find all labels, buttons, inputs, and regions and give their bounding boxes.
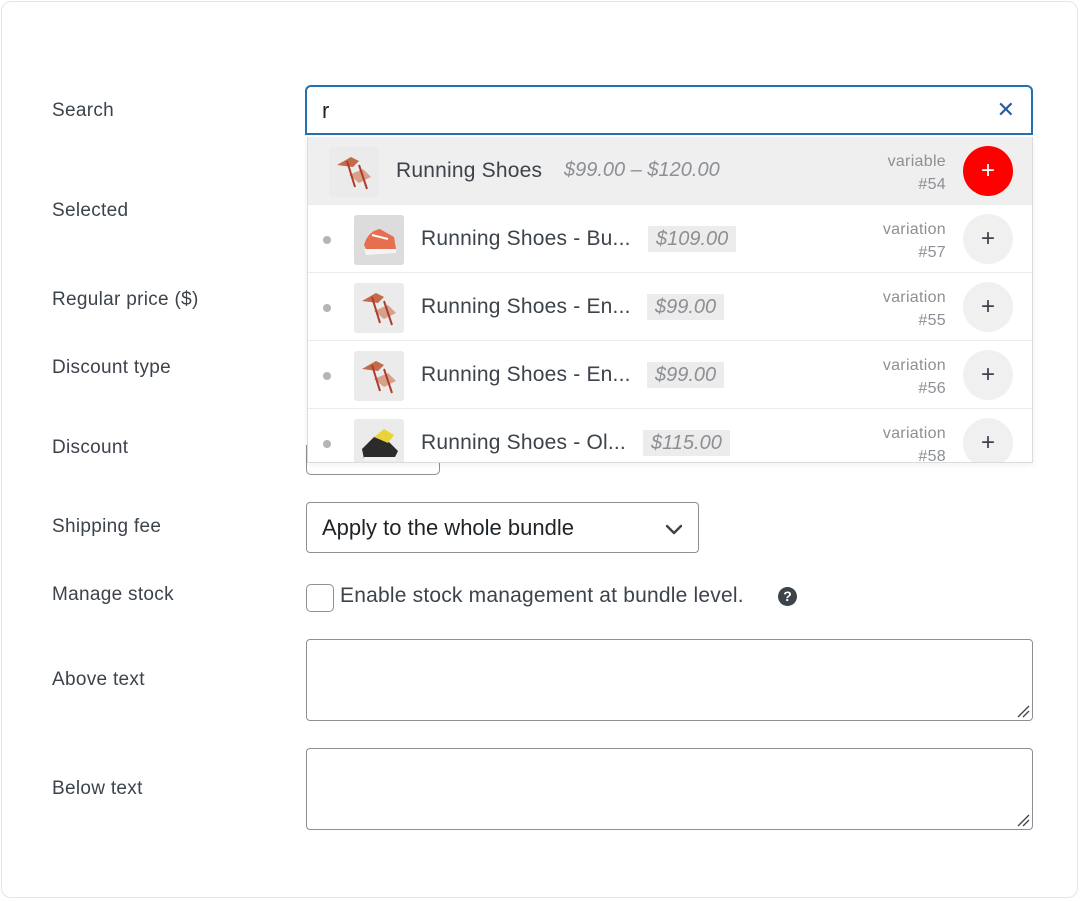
above-text-label: Above text bbox=[52, 669, 145, 690]
add-product-button[interactable]: + bbox=[963, 418, 1013, 462]
result-id: #56 bbox=[918, 380, 946, 397]
result-name: Running Shoes - En... bbox=[421, 363, 631, 386]
result-name: Running Shoes - En... bbox=[421, 295, 631, 318]
manage-stock-label: Manage stock bbox=[52, 584, 174, 605]
manage-stock-checkbox-label[interactable]: Enable stock management at bundle level. bbox=[340, 584, 744, 608]
add-product-button[interactable]: + bbox=[963, 282, 1013, 332]
bullet-icon bbox=[323, 236, 331, 244]
result-id: #54 bbox=[918, 176, 946, 193]
result-type: variation bbox=[882, 357, 946, 374]
shipping-fee-label: Shipping fee bbox=[52, 516, 162, 537]
below-text-textarea[interactable] bbox=[306, 748, 1033, 830]
search-result-item[interactable]: Running Shoes - Bu... $109.00 variation … bbox=[308, 205, 1032, 273]
regular-price-label: Regular price ($) bbox=[52, 289, 199, 310]
search-input-value[interactable]: r bbox=[322, 98, 329, 124]
above-text-textarea[interactable] bbox=[306, 639, 1033, 721]
result-id: #55 bbox=[918, 312, 946, 329]
result-price: $99.00 bbox=[647, 294, 725, 320]
discount-label: Discount bbox=[52, 437, 129, 458]
result-type-id: variation #55 bbox=[883, 286, 946, 332]
search-result-item[interactable]: Running Shoes $99.00 – $120.00 variable … bbox=[308, 137, 1032, 205]
result-name: Running Shoes - Bu... bbox=[421, 227, 631, 250]
search-input[interactable]: r ✕ bbox=[305, 85, 1033, 135]
result-name: Running Shoes - Ol... bbox=[421, 431, 626, 454]
result-id: #58 bbox=[918, 448, 946, 463]
bullet-icon bbox=[323, 440, 331, 448]
search-result-item[interactable]: Running Shoes - En... $99.00 variation #… bbox=[308, 341, 1032, 409]
add-product-button[interactable]: + bbox=[963, 350, 1013, 400]
add-product-button[interactable]: + bbox=[963, 146, 1013, 196]
help-icon[interactable]: ? bbox=[778, 587, 797, 606]
product-thumbnail-image bbox=[354, 283, 404, 333]
result-name: Running Shoes bbox=[396, 159, 543, 182]
search-result-item[interactable]: Running Shoes - Ol... $115.00 variation … bbox=[308, 409, 1032, 463]
search-label: Search bbox=[52, 100, 115, 121]
result-type: variation bbox=[882, 221, 946, 238]
discount-type-label: Discount type bbox=[52, 357, 172, 378]
result-type-id: variation #56 bbox=[883, 354, 946, 400]
chevron-down-icon bbox=[664, 519, 684, 544]
result-type-id: variation #57 bbox=[883, 218, 946, 264]
resize-grip-icon[interactable] bbox=[1014, 702, 1030, 718]
product-thumbnail-image bbox=[354, 215, 404, 265]
search-result-item[interactable]: Running Shoes - En... $99.00 variation #… bbox=[308, 273, 1032, 341]
result-type-id: variable #54 bbox=[888, 150, 946, 196]
bullet-icon bbox=[323, 372, 331, 380]
selected-label: Selected bbox=[52, 200, 129, 221]
result-type: variable bbox=[887, 153, 946, 170]
result-price: $99.00 bbox=[647, 362, 725, 388]
result-type: variation bbox=[882, 425, 946, 442]
close-icon[interactable]: ✕ bbox=[997, 98, 1015, 122]
result-id: #57 bbox=[918, 244, 946, 261]
product-thumbnail-image bbox=[329, 147, 379, 197]
add-product-button[interactable]: + bbox=[963, 214, 1013, 264]
shipping-fee-selected: Apply to the whole bundle bbox=[322, 515, 574, 540]
result-price: $115.00 bbox=[643, 430, 730, 456]
result-price: $109.00 bbox=[648, 226, 737, 252]
resize-grip-icon[interactable] bbox=[1014, 811, 1030, 827]
result-type-id: variation #58 bbox=[882, 422, 946, 463]
shipping-fee-select[interactable]: Apply to the whole bundle bbox=[306, 502, 699, 553]
result-type: variation bbox=[882, 289, 946, 306]
bullet-icon bbox=[323, 304, 331, 312]
result-price: $99.00 – $120.00 bbox=[564, 159, 720, 181]
search-results-dropdown: Running Shoes $99.00 – $120.00 variable … bbox=[307, 137, 1033, 463]
product-thumbnail-image bbox=[354, 419, 404, 462]
manage-stock-checkbox[interactable] bbox=[306, 584, 334, 612]
product-thumbnail-image bbox=[354, 351, 404, 401]
below-text-label: Below text bbox=[52, 778, 143, 799]
